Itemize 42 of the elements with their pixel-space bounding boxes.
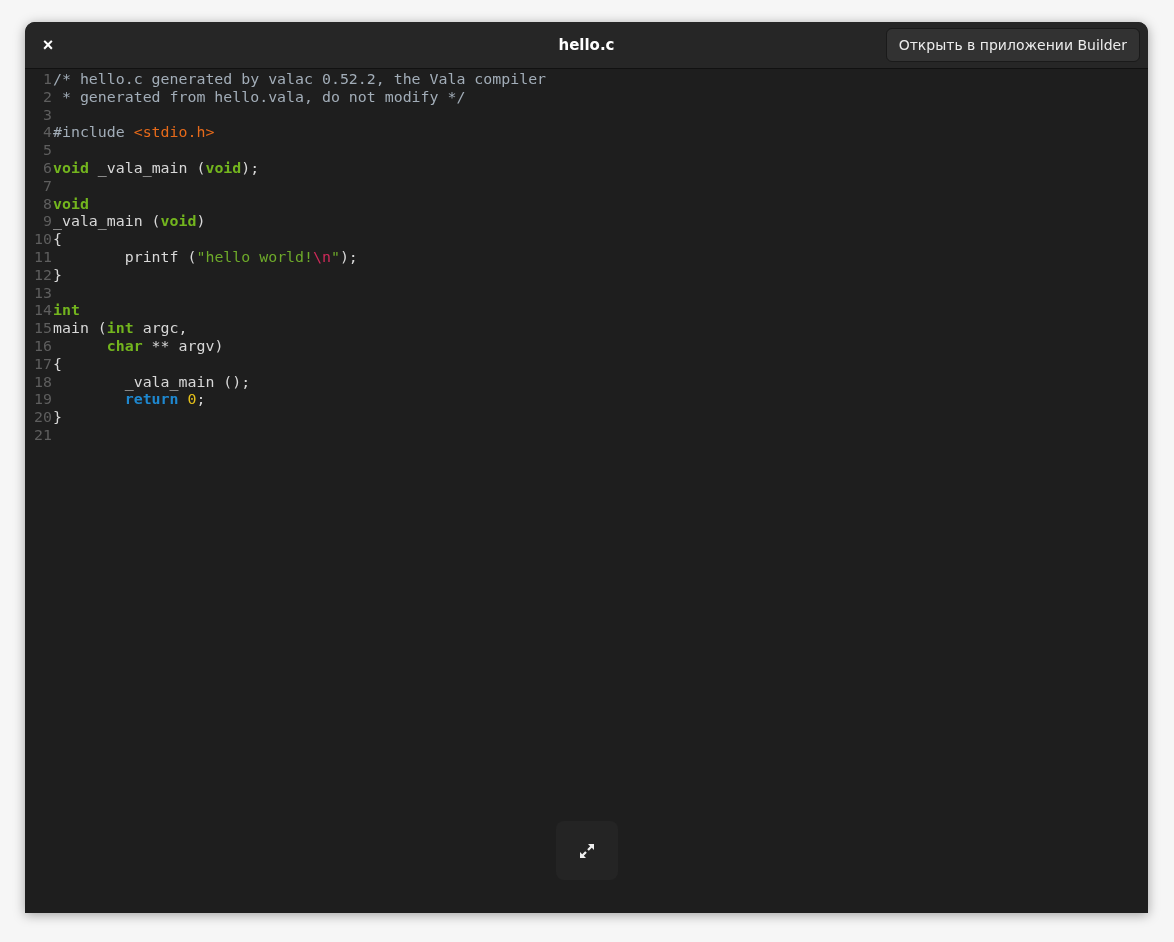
code-line: return 0; bbox=[123, 391, 206, 410]
line-number: 10 bbox=[33, 231, 52, 249]
line-number: 21 bbox=[33, 426, 52, 445]
line-number: 6 bbox=[42, 160, 52, 178]
code-line: /* hello.c generated by valac 0.52.2, the Vala compiler bbox=[53, 71, 547, 89]
window-title: hello.c bbox=[558, 34, 615, 56]
code-line: } bbox=[53, 266, 62, 285]
code-line: printf ("hello world!\n"); bbox=[123, 248, 358, 267]
line-number: 13 bbox=[33, 284, 52, 303]
line-number: 14 bbox=[33, 302, 52, 321]
code-line: * generated from hello.vala, do not modify */ bbox=[60, 88, 466, 107]
close-button[interactable]: × bbox=[33, 30, 63, 60]
code-line: { bbox=[53, 355, 62, 374]
line-number: 20 bbox=[33, 409, 52, 427]
line-number: 12 bbox=[33, 266, 52, 285]
line-number: 16 bbox=[33, 337, 52, 356]
code-line: _vala_main (void) bbox=[53, 213, 206, 232]
line-number: 11 bbox=[33, 248, 52, 267]
code-line: char ** argv) bbox=[105, 337, 224, 356]
line-number: 2 bbox=[42, 88, 52, 107]
line-number: 18 bbox=[33, 373, 52, 392]
code-line: _vala_main (); bbox=[123, 373, 251, 392]
code-line: void _vala_main (void); bbox=[53, 160, 260, 178]
line-number: 7 bbox=[42, 177, 52, 196]
line-number: 4 bbox=[42, 124, 52, 143]
code-line: main (int argc, bbox=[53, 320, 188, 338]
code-line: { bbox=[53, 231, 62, 249]
line-number: 8 bbox=[42, 195, 52, 214]
code-line: } bbox=[53, 409, 62, 427]
line-number: 9 bbox=[42, 213, 52, 232]
line-number: 19 bbox=[33, 391, 52, 410]
fullscreen-button[interactable] bbox=[556, 821, 618, 880]
code-line: void bbox=[53, 195, 89, 214]
line-number: 1 bbox=[42, 71, 52, 89]
line-number: 5 bbox=[42, 142, 52, 160]
code-line: int bbox=[53, 302, 80, 321]
code-line: #include <stdio.h> bbox=[53, 124, 215, 143]
line-number: 15 bbox=[33, 320, 52, 338]
line-number: 3 bbox=[42, 106, 52, 125]
line-number: 17 bbox=[33, 355, 52, 374]
expand-icon bbox=[579, 842, 595, 859]
open-in-app-button[interactable]: Открыть в приложении Builder bbox=[885, 28, 1140, 62]
